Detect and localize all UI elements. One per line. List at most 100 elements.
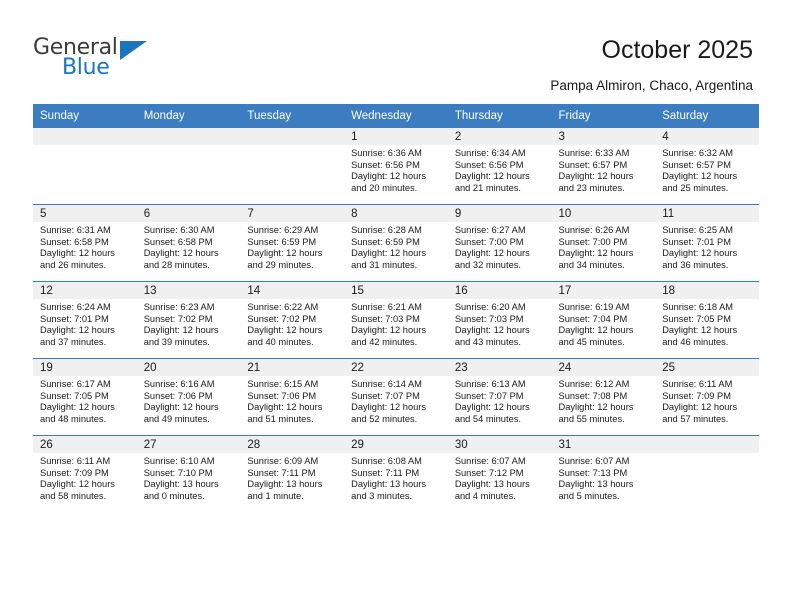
sunrise-time: Sunrise: 6:29 AM	[247, 225, 319, 235]
daylight-duration-line2: and 5 minutes.	[558, 490, 620, 501]
calendar-day-cell[interactable]: 29 Sunrise: 6:08 AM Sunset: 7:11 PM Dayligh…	[344, 435, 448, 512]
sunrise-time: Sunrise: 6:08 AM	[351, 456, 422, 466]
calendar-day-cell[interactable]: 10 Sunrise: 6:26 AM Sunset: 7:00 PM Dayligh…	[551, 204, 656, 282]
day-cell-inner: 24 Sunrise: 6:12 AM Sunset: 7:08 PM Dayligh…	[551, 359, 656, 435]
calendar-day-cell[interactable]: 25 Sunrise: 6:11 AM Sunset: 7:09 PM Dayligh…	[655, 358, 759, 436]
day-cell-inner: 26 Sunrise: 6:11 AM Sunset: 7:09 PM Dayligh…	[33, 436, 137, 512]
day-cell-inner: 5 Sunrise: 6:31 AM Sunset: 6:58 PM Daylight…	[33, 205, 137, 281]
calendar-day-cell[interactable]: 2 Sunrise: 6:34 AM Sunset: 6:56 PM Daylight…	[447, 127, 552, 205]
day-cell-inner: 8 Sunrise: 6:28 AM Sunset: 6:59 PM Daylight…	[344, 205, 448, 281]
daylight-duration-line1: Daylight: 13 hours	[351, 479, 427, 490]
calendar-day-cell[interactable]: 17 Sunrise: 6:19 AM Sunset: 7:04 PM Dayligh…	[551, 281, 656, 359]
calendar-day-cell[interactable]: 31 Sunrise: 6:07 AM Sunset: 7:13 PM Dayligh…	[551, 435, 656, 512]
calendar-day-cell[interactable]: 23 Sunrise: 6:13 AM Sunset: 7:07 PM Dayligh…	[447, 358, 552, 436]
day-details: Sunrise: 6:12 AM Sunset: 7:08 PM Daylight:…	[552, 376, 656, 425]
sunrise-time: Sunrise: 6:07 AM	[558, 456, 630, 466]
day-cell-inner: 30 Sunrise: 6:07 AM Sunset: 7:12 PM Dayligh…	[447, 436, 552, 512]
daylight-duration-line1: Daylight: 12 hours	[662, 248, 738, 259]
day-number: 29	[344, 436, 448, 453]
day-cell-inner: 11 Sunrise: 6:25 AM Sunset: 7:01 PM Dayligh…	[655, 205, 759, 281]
calendar-day-cell[interactable]: 20 Sunrise: 6:16 AM Sunset: 7:06 PM Dayligh…	[136, 358, 241, 436]
day-details: Sunrise: 6:30 AM Sunset: 6:58 PM Daylight:…	[137, 222, 241, 271]
daylight-duration-line2: and 4 minutes.	[454, 490, 516, 501]
daylight-duration-line1: Daylight: 12 hours	[558, 402, 634, 413]
daylight-duration-line1: Daylight: 12 hours	[247, 325, 323, 336]
day-cell-inner: 31 Sunrise: 6:07 AM Sunset: 7:13 PM Dayligh…	[551, 436, 656, 512]
calendar-day-cell[interactable]: 24 Sunrise: 6:12 AM Sunset: 7:08 PM Dayligh…	[551, 358, 656, 436]
generalblue-logo[interactable]: General Blue	[33, 36, 163, 84]
daylight-duration-line1: Daylight: 13 hours	[247, 479, 323, 490]
calendar-day-cell[interactable]: 16 Sunrise: 6:20 AM Sunset: 7:03 PM Dayligh…	[447, 281, 552, 359]
sunset-time: Sunset: 6:57 PM	[662, 159, 731, 170]
calendar-day-cell[interactable]: 4 Sunrise: 6:32 AM Sunset: 6:57 PM Daylight…	[655, 127, 759, 205]
day-details: Sunrise: 6:20 AM Sunset: 7:03 PM Daylight:…	[448, 299, 552, 348]
calendar-day-cell[interactable]: 14 Sunrise: 6:22 AM Sunset: 7:02 PM Dayligh…	[240, 281, 345, 359]
calendar-day-cell[interactable]: 3 Sunrise: 6:33 AM Sunset: 6:57 PM Daylight…	[551, 127, 656, 205]
weekday-header-sunday: Sunday	[33, 104, 137, 128]
sunset-time: Sunset: 7:12 PM	[454, 467, 524, 478]
daylight-duration-line2: and 58 minutes.	[40, 490, 107, 501]
sunrise-time: Sunrise: 6:17 AM	[40, 379, 111, 389]
sunrise-sunset-calendar: Sunday Monday Tuesday Wednesday Thursday…	[33, 104, 759, 512]
calendar-day-cell[interactable]: 26 Sunrise: 6:11 AM Sunset: 7:09 PM Dayligh…	[33, 435, 137, 512]
daylight-duration-line2: and 1 minute.	[247, 490, 304, 501]
daylight-duration-line1: Daylight: 12 hours	[454, 402, 530, 413]
day-number: 22	[344, 359, 448, 376]
calendar-day-cell[interactable]: 6 Sunrise: 6:30 AM Sunset: 6:58 PM Daylight…	[136, 204, 241, 282]
calendar-day-cell[interactable]: 18 Sunrise: 6:18 AM Sunset: 7:05 PM Dayligh…	[655, 281, 759, 359]
day-cell-inner: 27 Sunrise: 6:10 AM Sunset: 7:10 PM Dayligh…	[136, 436, 241, 512]
daylight-duration-line2: and 46 minutes.	[662, 336, 729, 347]
sunrise-time: Sunrise: 6:18 AM	[662, 302, 734, 312]
daylight-duration-line1: Daylight: 12 hours	[558, 325, 634, 336]
daylight-duration-line1: Daylight: 12 hours	[351, 171, 427, 182]
calendar-day-cell[interactable]: 28 Sunrise: 6:09 AM Sunset: 7:11 PM Dayligh…	[240, 435, 345, 512]
calendar-day-cell[interactable]: 9 Sunrise: 6:27 AM Sunset: 7:00 PM Daylight…	[447, 204, 552, 282]
day-details: Sunrise: 6:21 AM Sunset: 7:03 PM Daylight:…	[344, 299, 448, 348]
sunset-time: Sunset: 6:57 PM	[558, 159, 628, 170]
day-details: Sunrise: 6:22 AM Sunset: 7:02 PM Daylight:…	[240, 299, 344, 348]
calendar-day-cell[interactable]: 7 Sunrise: 6:29 AM Sunset: 6:59 PM Daylight…	[240, 204, 345, 282]
sunset-time: Sunset: 7:03 PM	[454, 313, 524, 324]
day-number: 12	[33, 282, 137, 299]
calendar-day-cell[interactable]: 8 Sunrise: 6:28 AM Sunset: 6:59 PM Daylight…	[344, 204, 448, 282]
day-details: Sunrise: 6:36 AM Sunset: 6:56 PM Daylight:…	[344, 145, 448, 194]
calendar-day-cell[interactable]: 30 Sunrise: 6:07 AM Sunset: 7:12 PM Dayligh…	[447, 435, 552, 512]
calendar-week-row: 1 Sunrise: 6:36 AM Sunset: 6:56 PM Daylight…	[33, 127, 759, 205]
calendar-day-cell[interactable]: 13 Sunrise: 6:23 AM Sunset: 7:02 PM Dayligh…	[136, 281, 241, 359]
sunset-time: Sunset: 7:07 PM	[454, 390, 524, 401]
calendar-day-cell[interactable]: 1 Sunrise: 6:36 AM Sunset: 6:56 PM Daylight…	[344, 127, 448, 205]
sunset-time: Sunset: 7:10 PM	[143, 467, 213, 478]
daylight-duration-line2: and 36 minutes.	[662, 259, 729, 270]
day-details: Sunrise: 6:32 AM Sunset: 6:57 PM Daylight:…	[655, 145, 759, 194]
daylight-duration-line2: and 26 minutes.	[40, 259, 107, 270]
page-header: General Blue October 2025 Pampa Almiron,…	[0, 0, 792, 104]
calendar-day-cell[interactable]: 5 Sunrise: 6:31 AM Sunset: 6:58 PM Daylight…	[33, 204, 137, 282]
day-details: Sunrise: 6:14 AM Sunset: 7:07 PM Daylight:…	[344, 376, 448, 425]
calendar-day-cell[interactable]: 22 Sunrise: 6:14 AM Sunset: 7:07 PM Dayligh…	[344, 358, 448, 436]
day-number: 10	[551, 205, 656, 222]
day-cell-inner	[136, 128, 241, 204]
calendar-day-cell[interactable]: 11 Sunrise: 6:25 AM Sunset: 7:01 PM Dayligh…	[655, 204, 759, 282]
sunrise-time: Sunrise: 6:28 AM	[351, 225, 422, 235]
day-details: Sunrise: 6:18 AM Sunset: 7:05 PM Daylight:…	[655, 299, 759, 348]
sunrise-time: Sunrise: 6:13 AM	[454, 379, 526, 389]
sunrise-time: Sunrise: 6:16 AM	[143, 379, 215, 389]
sunrise-time: Sunrise: 6:26 AM	[558, 225, 630, 235]
sunrise-time: Sunrise: 6:09 AM	[247, 456, 319, 466]
calendar-day-cell-empty	[655, 435, 759, 512]
sunrise-time: Sunrise: 6:36 AM	[351, 148, 422, 158]
calendar-week-row: 26 Sunrise: 6:11 AM Sunset: 7:09 PM Dayligh…	[33, 435, 759, 512]
day-cell-inner: 16 Sunrise: 6:20 AM Sunset: 7:03 PM Dayligh…	[447, 282, 552, 358]
page-subtitle: Pampa Almiron, Chaco, Argentina	[550, 78, 753, 93]
calendar-day-cell[interactable]: 15 Sunrise: 6:21 AM Sunset: 7:03 PM Dayligh…	[344, 281, 448, 359]
calendar-day-cell[interactable]: 21 Sunrise: 6:15 AM Sunset: 7:06 PM Dayligh…	[240, 358, 345, 436]
daylight-duration-line2: and 21 minutes.	[454, 182, 521, 193]
day-details: Sunrise: 6:19 AM Sunset: 7:04 PM Daylight:…	[552, 299, 656, 348]
day-cell-inner: 17 Sunrise: 6:19 AM Sunset: 7:04 PM Dayligh…	[551, 282, 656, 358]
calendar-day-cell[interactable]: 12 Sunrise: 6:24 AM Sunset: 7:01 PM Dayligh…	[33, 281, 137, 359]
day-cell-inner: 3 Sunrise: 6:33 AM Sunset: 6:57 PM Daylight…	[551, 128, 656, 204]
day-cell-inner: 13 Sunrise: 6:23 AM Sunset: 7:02 PM Dayligh…	[136, 282, 241, 358]
calendar-day-cell[interactable]: 19 Sunrise: 6:17 AM Sunset: 7:05 PM Dayligh…	[33, 358, 137, 436]
day-number: 1	[344, 128, 448, 145]
calendar-day-cell[interactable]: 27 Sunrise: 6:10 AM Sunset: 7:10 PM Dayligh…	[136, 435, 241, 512]
